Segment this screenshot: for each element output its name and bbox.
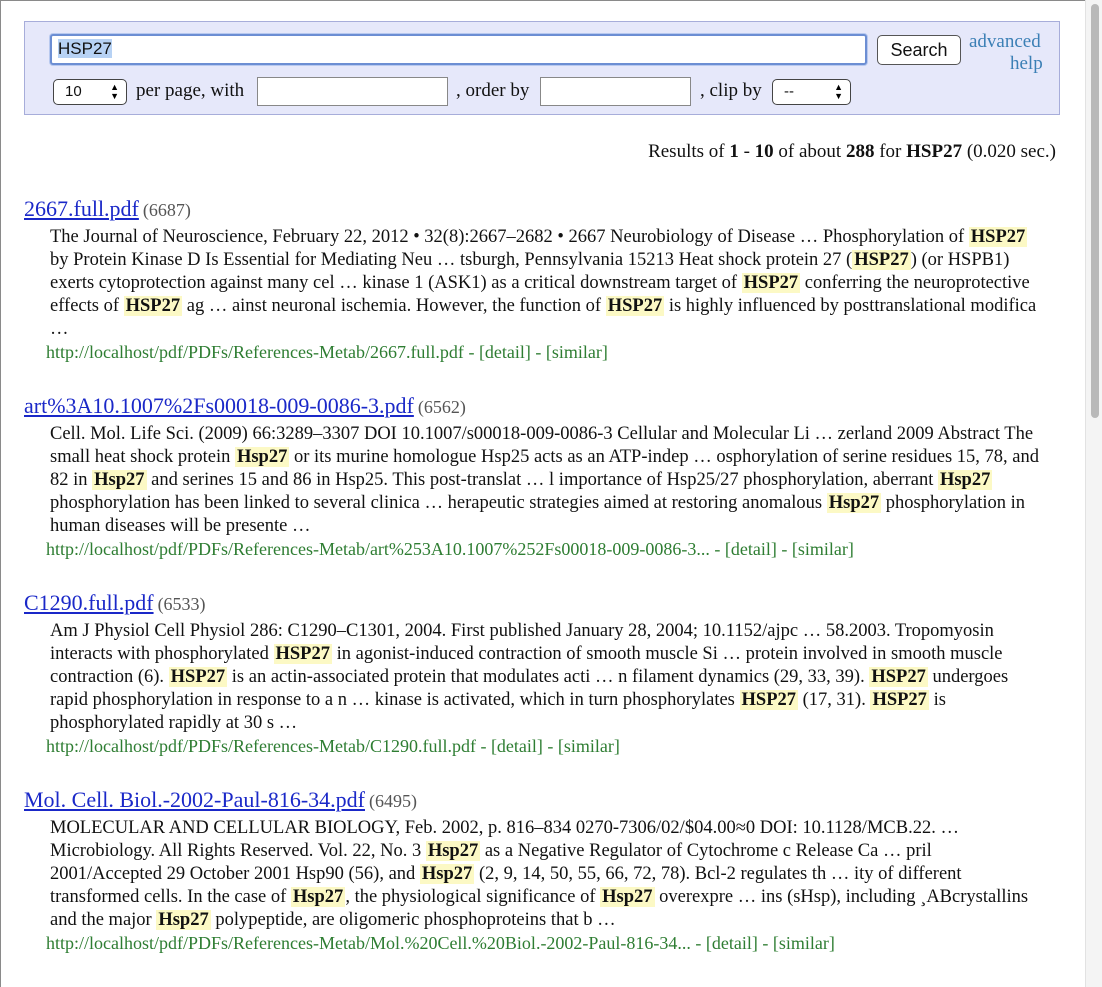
highlighted-term: Hsp27 [419,864,475,884]
highlighted-term: Hsp27 [234,447,290,467]
highlighted-term: Hsp27 [156,910,211,930]
result-score: (6495) [368,791,417,811]
window-border-top [0,0,1102,1]
order-by-label: , order by [456,80,530,101]
highlighted-term: HSP27 [869,667,928,687]
detail-link[interactable]: [detail] [491,736,543,756]
result-item: Mol. Cell. Biol.-2002-Paul-816-34.pdf (64… [24,787,1064,954]
similar-link[interactable]: [similar] [792,539,854,559]
detail-link[interactable]: [detail] [479,342,531,362]
highlighted-term: HSP27 [273,644,332,664]
clip-by-select[interactable]: -- ▲ ▼ [772,79,851,105]
result-title-link[interactable]: 2667.full.pdf [24,196,139,221]
result-snippet: Cell. Mol. Life Sci. (2009) 66:3289–3307… [50,424,1040,536]
result-title-link[interactable]: art%3A10.1007%2Fs00018-009-0086-3.pdf [24,393,414,418]
highlighted-term: HSP27 [870,690,929,710]
highlighted-term: Hsp27 [826,493,882,513]
help-link[interactable]: help [1010,53,1043,75]
select-arrows-icon: ▲ ▼ [110,82,119,101]
result-item: C1290.full.pdf (6533) Am J Physiol Cell P… [24,590,1064,757]
highlighted-term: Hsp27 [937,470,993,490]
per-page-value: 10 [65,83,82,100]
highlighted-term: HSP27 [968,227,1028,247]
advanced-link[interactable]: advanced [969,31,1041,53]
highlighted-term: HSP27 [123,296,183,316]
result-title-link[interactable]: Mol. Cell. Biol.-2002-Paul-816-34.pdf [24,787,365,812]
highlighted-term: Hsp27 [425,841,481,861]
highlighted-term: HSP27 [168,667,228,687]
highlighted-term: HSP27 [852,250,911,270]
result-score: (6562) [417,397,466,417]
per-page-label: per page, with [136,80,245,101]
window-border-left [0,0,1,987]
detail-link[interactable]: [detail] [706,933,758,953]
search-query-text: HSP27 [58,39,112,58]
result-url-line: http://localhost/pdf/PDFs/References-Met… [46,736,620,756]
similar-link[interactable]: [similar] [546,342,608,362]
result-url-line: http://localhost/pdf/PDFs/References-Met… [46,933,835,953]
select-arrows-icon: ▲ ▼ [834,82,843,101]
detail-link[interactable]: [detail] [725,539,777,559]
result-score: (6687) [142,200,191,220]
result-url[interactable]: http://localhost/pdf/PDFs/References-Met… [46,933,691,953]
result-url[interactable]: http://localhost/pdf/PDFs/References-Met… [46,342,464,362]
result-snippet: Am J Physiol Cell Physiol 286: C1290–C13… [50,621,1009,733]
result-item: art%3A10.1007%2Fs00018-009-0086-3.pdf (65… [24,393,1064,560]
highlighted-term: Hsp27 [92,470,147,490]
result-url[interactable]: http://localhost/pdf/PDFs/References-Met… [46,736,476,756]
result-score: (6533) [157,594,206,614]
highlighted-term: Hsp27 [600,887,655,907]
results-stats: Results of 1 - 10 of about 288 for HSP27… [648,141,1056,162]
result-url-line: http://localhost/pdf/PDFs/References-Met… [46,539,854,559]
clip-by-value: -- [784,83,794,100]
vertical-scrollbar[interactable] [1085,0,1102,987]
scrollbar-thumb[interactable] [1091,4,1099,418]
order-by-field[interactable] [540,77,691,106]
result-url[interactable]: http://localhost/pdf/PDFs/References-Met… [46,539,710,559]
highlighted-term: HSP27 [739,690,798,710]
result-url-line: http://localhost/pdf/PDFs/References-Met… [46,342,608,362]
highlighted-term: HSP27 [741,273,801,293]
highlighted-term: HSP27 [605,296,665,316]
result-title-link[interactable]: C1290.full.pdf [24,590,154,615]
search-input[interactable]: HSP27 [50,34,867,65]
similar-link[interactable]: [similar] [773,933,835,953]
result-item: 2667.full.pdf (6687) The Journal of Neuro… [24,196,1064,363]
with-field[interactable] [257,77,448,106]
clip-by-label: , clip by [700,80,762,101]
similar-link[interactable]: [similar] [558,736,620,756]
search-button[interactable]: Search [877,35,961,65]
result-snippet: The Journal of Neuroscience, February 22… [50,227,1037,339]
per-page-select[interactable]: 10 ▲ ▼ [53,79,127,105]
highlighted-term: Hsp27 [290,887,346,907]
result-snippet: MOLECULAR AND CELLULAR BIOLOGY, Feb. 200… [50,818,1029,930]
